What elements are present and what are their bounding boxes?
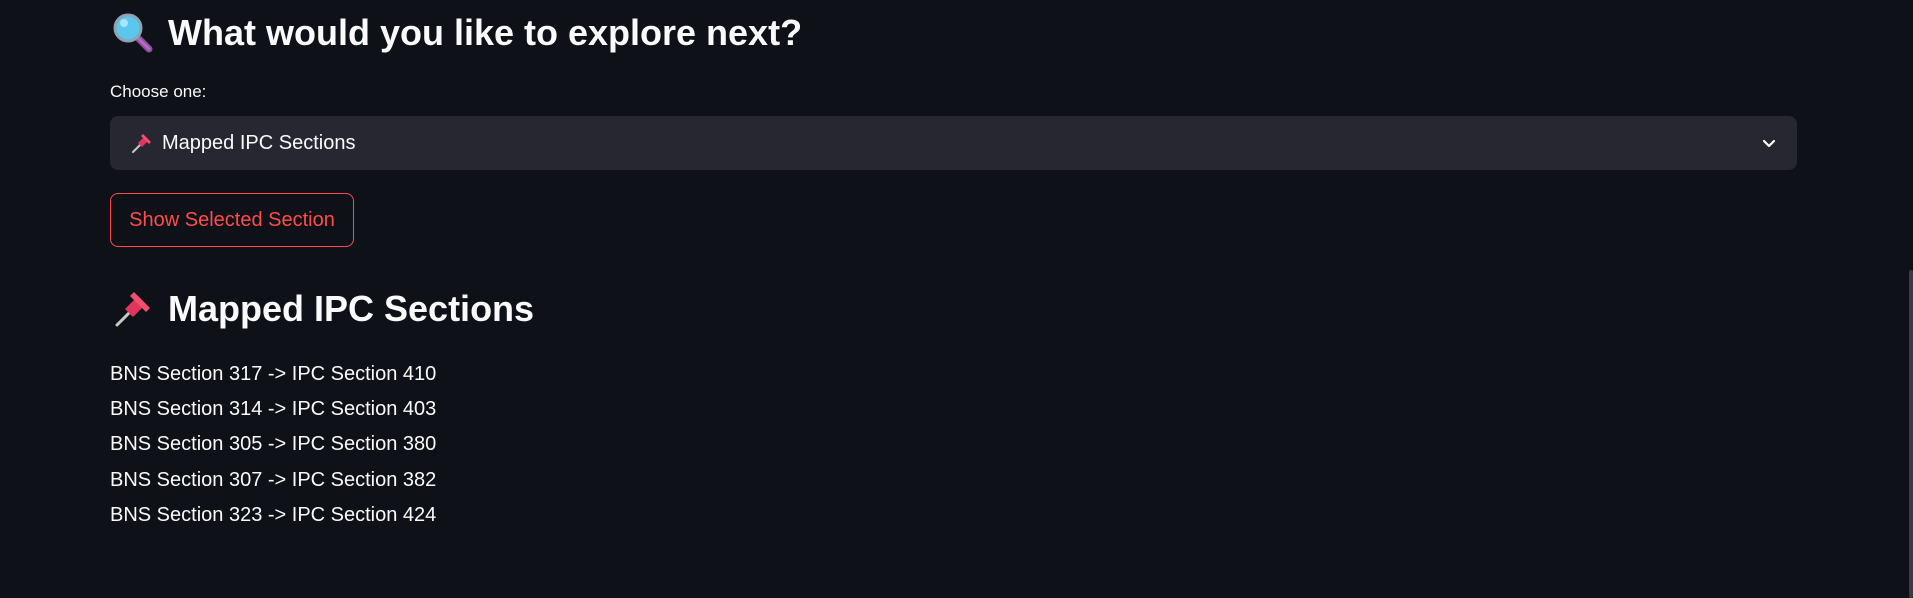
explore-heading: What would you like to explore next? [110,8,802,58]
list-item: BNS Section 305 -> IPC Section 380 [110,433,437,456]
section-select[interactable]: Mapped IPC Sections [110,116,1797,170]
section-heading-text: Mapped IPC Sections [168,288,535,329]
magnifying-glass-icon [110,10,156,56]
pushpin-icon [110,286,156,332]
explore-heading-text: What would you like to explore next? [168,12,803,53]
show-selected-section-button[interactable]: Show Selected Section [110,193,354,247]
list-item: BNS Section 323 -> IPC Section 424 [110,503,437,526]
list-item: BNS Section 314 -> IPC Section 403 [110,398,437,421]
select-value: Mapped IPC Sections [162,131,356,154]
section-heading: Mapped IPC Sections [110,284,534,334]
list-item: BNS Section 317 -> IPC Section 410 [110,363,437,385]
chevron-down-icon[interactable] [1759,133,1779,153]
mapping-list: BNS Section 317 -> IPC Section 410 BNS S… [110,357,436,533]
list-item: BNS Section 307 -> IPC Section 382 [110,468,437,491]
pushpin-icon [130,131,154,155]
scrollbar[interactable] [1909,270,1913,598]
select-label: Choose one: [110,82,207,101]
